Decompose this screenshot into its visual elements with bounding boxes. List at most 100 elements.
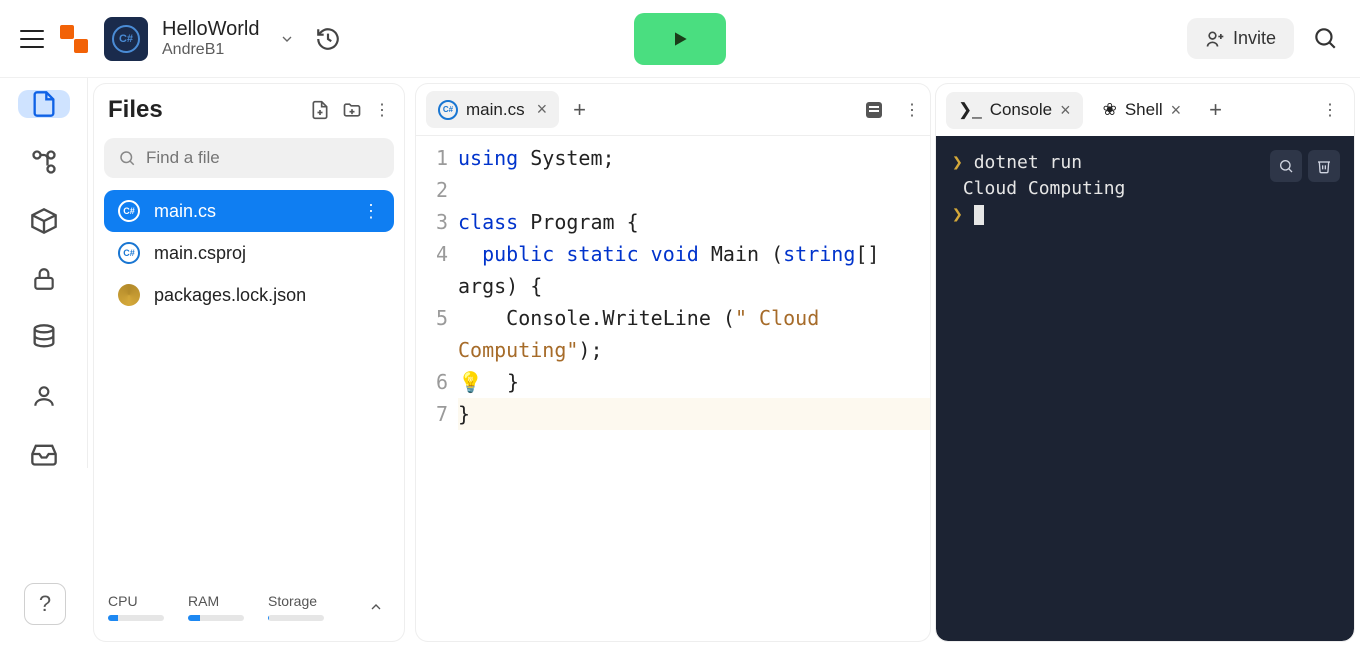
menu-button[interactable] xyxy=(20,30,44,48)
person-icon xyxy=(31,383,57,409)
file-name: main.csproj xyxy=(154,243,246,264)
csharp-icon: C# xyxy=(118,200,140,222)
close-icon[interactable]: × xyxy=(1171,100,1182,121)
file-search-input[interactable] xyxy=(146,148,380,168)
add-tab-button[interactable]: + xyxy=(573,97,586,123)
rail-version-control[interactable] xyxy=(18,148,70,176)
rail-database[interactable] xyxy=(18,323,70,351)
left-rail: ? xyxy=(0,78,88,468)
code-text: } xyxy=(458,402,470,426)
rail-secrets[interactable] xyxy=(18,265,70,293)
stat-ram[interactable]: RAM xyxy=(188,593,244,621)
csharp-icon: C# xyxy=(112,25,140,53)
project-info[interactable]: HelloWorld AndreB1 xyxy=(162,18,259,59)
editor-more-icon[interactable]: ⋮ xyxy=(904,100,920,120)
editor-panel: C# main.cs × + ⋮ 1234 5 67 using System;… xyxy=(416,84,930,641)
file-item-main-cs[interactable]: C# main.cs ⋮ xyxy=(104,190,394,232)
inbox-icon xyxy=(30,440,58,468)
json-icon xyxy=(118,284,140,306)
project-owner: AndreB1 xyxy=(162,41,259,59)
code-text: System; xyxy=(518,146,614,170)
code-text: Main ( xyxy=(699,242,783,266)
lightbulb-icon[interactable]: 💡 xyxy=(458,370,483,394)
add-terminal-tab[interactable]: + xyxy=(1209,97,1222,123)
file-item-packages-lock[interactable]: packages.lock.json xyxy=(104,274,394,316)
tab-console[interactable]: ❯_ Console × xyxy=(946,92,1083,129)
git-icon xyxy=(30,148,58,176)
file-icon xyxy=(30,90,58,118)
lock-icon xyxy=(31,266,57,292)
tab-label: Shell xyxy=(1125,100,1163,120)
terminal-panel: ❯_ Console × ❀ Shell × + ⋮ ❯ dotnet run … xyxy=(936,84,1354,641)
chevron-down-icon[interactable] xyxy=(273,31,301,47)
search-icon xyxy=(118,149,136,167)
line-gutter: 1234 5 67 xyxy=(416,142,458,430)
file-more-icon[interactable]: ⋮ xyxy=(362,201,380,222)
resource-stats: CPU RAM Storage xyxy=(104,585,394,629)
prompt-icon: ❯_ xyxy=(958,100,982,120)
shell-icon: ❀ xyxy=(1103,100,1117,120)
editor-tabs: C# main.cs × + ⋮ xyxy=(416,84,930,136)
code-text: ); xyxy=(578,338,602,362)
terminal-command: dotnet run xyxy=(974,152,1082,173)
code-area[interactable]: 1234 5 67 using System; class Program { … xyxy=(416,136,930,436)
code-kw: string xyxy=(783,242,855,266)
chevron-up-icon[interactable] xyxy=(368,599,390,615)
invite-label: Invite xyxy=(1233,28,1276,49)
stat-label: Storage xyxy=(268,593,324,609)
tab-main-cs[interactable]: C# main.cs × xyxy=(426,91,559,128)
tab-shell[interactable]: ❀ Shell × xyxy=(1091,92,1194,129)
terminal-line: Cloud Computing xyxy=(963,178,1126,199)
doc-view-icon[interactable] xyxy=(862,98,886,122)
code-text: Program { xyxy=(518,210,638,234)
prompt-icon: ❯ xyxy=(952,204,974,225)
project-icon: C# xyxy=(104,17,148,61)
new-file-icon[interactable] xyxy=(310,100,330,120)
stat-cpu[interactable]: CPU xyxy=(108,593,164,621)
file-search[interactable] xyxy=(104,138,394,178)
file-name: packages.lock.json xyxy=(154,285,306,306)
replit-logo-icon[interactable] xyxy=(58,23,90,55)
person-add-icon xyxy=(1205,29,1225,49)
terminal-output[interactable]: ❯ dotnet run Cloud Computing ❯ xyxy=(936,136,1354,641)
tab-label: Console xyxy=(990,100,1052,120)
code-text xyxy=(458,242,482,266)
terminal-tabs: ❯_ Console × ❀ Shell × + ⋮ xyxy=(936,84,1354,136)
prompt-icon: ❯ xyxy=(952,152,974,173)
file-name: main.cs xyxy=(154,201,216,222)
stat-label: RAM xyxy=(188,593,244,609)
project-name: HelloWorld xyxy=(162,18,259,41)
files-title: Files xyxy=(108,96,163,124)
terminal-search-icon[interactable] xyxy=(1270,150,1302,182)
file-item-main-csproj[interactable]: C# main.csproj xyxy=(104,232,394,274)
new-folder-icon[interactable] xyxy=(342,100,362,120)
search-icon[interactable] xyxy=(1312,25,1340,53)
tab-label: main.cs xyxy=(466,100,525,120)
history-icon[interactable] xyxy=(315,26,341,52)
header: C# HelloWorld AndreB1 Invite xyxy=(0,0,1360,78)
help-button[interactable]: ? xyxy=(24,583,66,625)
close-icon[interactable]: × xyxy=(1060,100,1071,121)
rail-account[interactable] xyxy=(18,381,70,409)
database-icon xyxy=(30,323,58,351)
close-icon[interactable]: × xyxy=(537,99,548,120)
rail-packages[interactable] xyxy=(18,207,70,235)
csharp-icon: C# xyxy=(118,242,140,264)
csharp-icon: C# xyxy=(438,100,458,120)
cursor xyxy=(974,205,984,225)
stat-label: CPU xyxy=(108,593,164,609)
files-more-icon[interactable]: ⋮ xyxy=(374,100,390,120)
code-text: } xyxy=(483,370,519,394)
code-text: Console.WriteLine ( xyxy=(458,306,735,330)
stat-storage[interactable]: Storage xyxy=(268,593,324,621)
terminal-clear-icon[interactable] xyxy=(1308,150,1340,182)
code-kw: public static void xyxy=(482,242,699,266)
code-kw: using xyxy=(458,146,518,170)
code-kw: class xyxy=(458,210,518,234)
invite-button[interactable]: Invite xyxy=(1187,18,1294,59)
run-button[interactable] xyxy=(634,13,726,65)
terminal-more-icon[interactable]: ⋮ xyxy=(1322,100,1344,120)
rail-inbox[interactable] xyxy=(18,440,70,468)
files-panel: Files ⋮ C# main.cs ⋮ C# main.csproj pack… xyxy=(94,84,404,641)
rail-files[interactable] xyxy=(18,90,70,118)
